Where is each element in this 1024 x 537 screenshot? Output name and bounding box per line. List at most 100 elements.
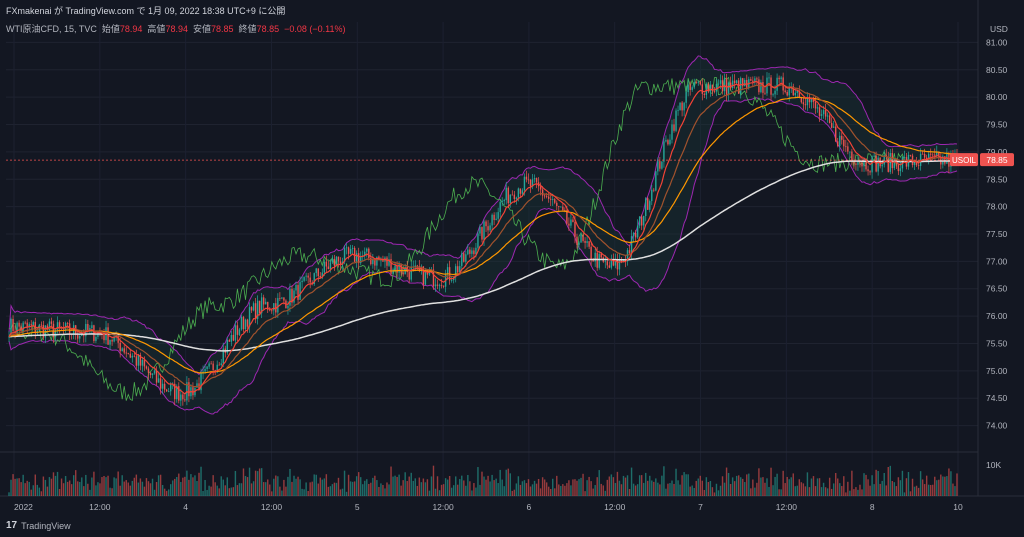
volume-bar bbox=[127, 482, 129, 496]
volume-bar bbox=[364, 480, 366, 496]
candle-body bbox=[552, 199, 554, 200]
volume-bar bbox=[768, 486, 770, 496]
candle-body bbox=[685, 92, 687, 103]
volume-bar bbox=[40, 491, 43, 496]
volume-bar bbox=[349, 481, 352, 496]
volume-bar bbox=[267, 479, 269, 496]
volume-bar bbox=[754, 487, 756, 496]
candle-body bbox=[463, 253, 465, 262]
volume-bar bbox=[566, 483, 568, 496]
volume-bar bbox=[847, 481, 849, 496]
volume-bar bbox=[471, 490, 473, 496]
candle-body bbox=[277, 298, 279, 313]
candle-body bbox=[582, 234, 584, 241]
volume-bar bbox=[707, 482, 710, 496]
volume-bar bbox=[174, 478, 176, 496]
candle-body bbox=[849, 151, 851, 153]
volume-bar bbox=[509, 473, 511, 496]
candle-body bbox=[855, 163, 857, 165]
volume-bar bbox=[230, 487, 233, 496]
candle-body bbox=[923, 153, 926, 158]
candle-body bbox=[461, 253, 463, 267]
volume-bar bbox=[495, 478, 497, 496]
volume-bar bbox=[362, 484, 364, 496]
candle-body bbox=[293, 290, 295, 303]
volume-bar bbox=[721, 476, 724, 496]
volume-bar bbox=[198, 472, 200, 496]
volume-bar bbox=[517, 476, 520, 496]
candle-body bbox=[824, 110, 827, 117]
volume-bar bbox=[849, 490, 851, 496]
candle-body bbox=[636, 225, 639, 238]
volume-bar bbox=[450, 487, 453, 496]
price-tick-label: 79.50 bbox=[986, 120, 1008, 130]
candle-body bbox=[155, 370, 158, 383]
candle-body bbox=[794, 92, 796, 96]
volume-bar bbox=[283, 479, 285, 496]
candle-body bbox=[368, 248, 370, 259]
volume-bar bbox=[438, 490, 441, 496]
candle-body bbox=[232, 334, 235, 341]
candle-body bbox=[327, 266, 330, 270]
volume-bar bbox=[695, 480, 697, 496]
volume-bar bbox=[645, 472, 647, 496]
volume-bar bbox=[574, 479, 576, 496]
volume-bar bbox=[713, 492, 716, 496]
volume-bar bbox=[800, 482, 803, 496]
volume-bar bbox=[442, 484, 445, 496]
volume-bar bbox=[93, 471, 95, 496]
volume-bar bbox=[938, 479, 940, 496]
time-tick-label: 6 bbox=[527, 502, 532, 512]
candle-body bbox=[574, 222, 576, 237]
volume-bar bbox=[515, 483, 518, 496]
volume-bar bbox=[145, 478, 148, 496]
candle-body bbox=[501, 201, 503, 203]
candle-body bbox=[517, 188, 520, 198]
volume-bar bbox=[167, 489, 170, 496]
candle-body bbox=[163, 383, 166, 390]
candle-body bbox=[487, 226, 489, 231]
candle-body bbox=[820, 114, 823, 116]
volume-bar bbox=[689, 486, 691, 496]
volume-bar bbox=[582, 473, 584, 496]
volume-bar bbox=[404, 472, 406, 496]
candle-body bbox=[386, 257, 388, 266]
volume-bar bbox=[256, 471, 259, 496]
candle-body bbox=[438, 285, 441, 287]
volume-bar bbox=[857, 489, 859, 496]
price-tick-label: 77.00 bbox=[986, 256, 1008, 266]
volume-bar bbox=[420, 482, 423, 496]
volume-bar bbox=[119, 485, 121, 496]
volume-bar bbox=[764, 482, 766, 496]
candle-body bbox=[697, 81, 699, 83]
volume-bar bbox=[620, 484, 623, 496]
candle-body bbox=[299, 282, 301, 300]
candle-body bbox=[319, 276, 321, 278]
volume-bar bbox=[810, 478, 813, 496]
volume-bar bbox=[778, 489, 780, 496]
price-chart[interactable]: 81.0080.5080.0079.5079.0078.5078.0077.50… bbox=[0, 0, 1024, 537]
tradingview-brand: TradingView bbox=[21, 520, 71, 531]
candle-body bbox=[835, 126, 837, 142]
candle-body bbox=[735, 80, 738, 84]
candle-body bbox=[780, 77, 782, 80]
volume-bar bbox=[691, 485, 693, 496]
candle-body bbox=[529, 179, 532, 187]
candle-body bbox=[653, 189, 655, 191]
volume-bar bbox=[291, 481, 293, 496]
volume-bar bbox=[396, 476, 398, 496]
candle-body bbox=[733, 80, 736, 84]
volume-bar bbox=[20, 482, 22, 496]
volume-bar bbox=[533, 480, 536, 496]
volume-bar bbox=[887, 467, 889, 496]
volume-bar bbox=[786, 476, 788, 496]
candle-body bbox=[887, 156, 889, 172]
volume-bar bbox=[317, 483, 319, 496]
candle-body bbox=[750, 79, 752, 81]
volume-bar bbox=[398, 474, 400, 496]
volume-bar bbox=[832, 483, 835, 496]
volume-bar bbox=[50, 478, 53, 496]
candle-body bbox=[428, 272, 431, 275]
candle-body bbox=[657, 161, 659, 172]
candle-body bbox=[628, 250, 631, 254]
